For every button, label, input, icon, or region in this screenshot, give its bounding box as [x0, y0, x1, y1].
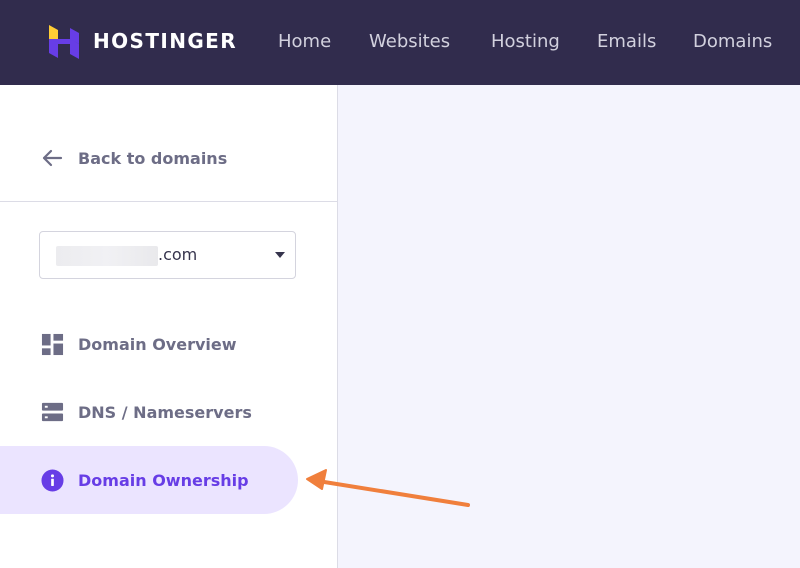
- sidebar-divider: [0, 201, 337, 202]
- sidebar: Back to domains .com Domain Overview DNS…: [0, 85, 338, 568]
- sidebar-item-label: Domain Overview: [78, 334, 237, 354]
- domain-select[interactable]: .com: [39, 231, 296, 279]
- back-to-domains-label: Back to domains: [78, 148, 228, 168]
- nav-emails[interactable]: Emails: [597, 31, 656, 52]
- domain-suffix: .com: [158, 245, 198, 264]
- sidebar-item-label: Domain Ownership: [78, 470, 249, 490]
- server-icon: [41, 402, 64, 421]
- caret-down-icon: [275, 252, 285, 258]
- nav-home[interactable]: Home: [278, 31, 331, 52]
- sidebar-item-dns-nameservers[interactable]: DNS / Nameservers: [0, 378, 298, 446]
- brand-name[interactable]: HOSTINGER: [93, 29, 237, 53]
- top-navigation-bar: HOSTINGER Home Websites Hosting Emails D…: [0, 0, 800, 85]
- sidebar-item-domain-ownership[interactable]: Domain Ownership: [0, 446, 298, 514]
- sidebar-item-domain-overview[interactable]: Domain Overview: [0, 310, 298, 378]
- nav-domains[interactable]: Domains: [693, 31, 772, 52]
- back-to-domains-link[interactable]: Back to domains: [40, 143, 227, 173]
- hostinger-logo-icon[interactable]: [47, 25, 81, 59]
- nav-hosting[interactable]: Hosting: [491, 31, 560, 52]
- arrow-left-icon: [42, 149, 63, 167]
- nav-websites[interactable]: Websites: [369, 31, 450, 52]
- sidebar-item-label: DNS / Nameservers: [78, 402, 252, 422]
- dashboard-icon: [41, 333, 64, 355]
- annotation-arrow-icon: [306, 469, 470, 507]
- domain-name-redacted: [56, 246, 158, 266]
- info-icon: [41, 468, 64, 492]
